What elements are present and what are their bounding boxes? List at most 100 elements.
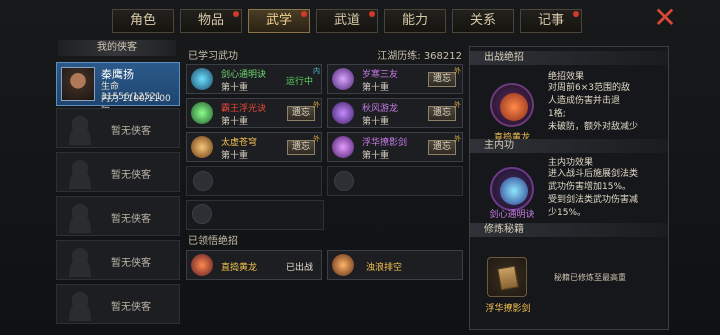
tab-abilities[interactable]: 能力 — [384, 9, 446, 33]
skill-icon — [332, 102, 354, 124]
skill-level: 第十重 — [221, 83, 249, 93]
skill-type-tag: 外 — [313, 135, 320, 143]
skill-level: 第十重 — [221, 117, 249, 127]
skill-level: 第十重 — [362, 83, 390, 93]
tab-relations[interactable]: 关系 — [452, 9, 514, 33]
tab-label: 记事 — [537, 13, 564, 28]
wave-icon — [332, 254, 354, 276]
effect-line: 未破防，额外对敌减少 — [548, 122, 639, 132]
book-icon[interactable] — [487, 257, 527, 297]
effect-line: 少15%。 — [548, 208, 587, 218]
follower-slot-empty[interactable]: 暂无侠客 — [56, 108, 180, 148]
sword-skill-icon — [332, 136, 354, 158]
ultimate-card[interactable]: 直捣黄龙 已出战 — [186, 250, 322, 280]
ultimate-card[interactable]: 浊浪排空 — [327, 250, 463, 280]
skill-name: 岁寒三友 — [362, 70, 399, 80]
tab-label: 关系 — [469, 13, 496, 28]
effect-line: 进入战斗后施展剑法类 — [548, 169, 639, 179]
followers-title: 我的侠客 — [58, 40, 176, 56]
effect-line: 1格; — [548, 109, 566, 119]
inner-art-title: 主内功 — [470, 139, 668, 153]
sword-skill-icon[interactable] — [490, 167, 534, 211]
running-status: 运行中 — [285, 77, 313, 87]
inner-effect-text: 进入战斗后施展剑法类 武功伤害增加15%。 受到剑法类武功伤害减 少15%。 — [548, 168, 638, 220]
empty-label: 暂无侠客 — [111, 126, 151, 137]
silhouette-icon — [63, 201, 97, 233]
empty-slot-icon — [192, 204, 212, 224]
inner-art-name: 剑心通明诀 — [489, 210, 535, 220]
skill-type-tag: 外 — [454, 135, 461, 143]
tab-label: 角色 — [129, 13, 156, 28]
martial-arts-screen: 角色 物品 武学 武道 能力 关系 记事 ✕ 我的侠客 秦鹰扬 生命 11556… — [0, 0, 720, 335]
effect-line: 受到剑法类武功伤害减 — [548, 195, 639, 205]
skill-type-tag: 外 — [454, 101, 461, 109]
skill-type-tag: 外 — [313, 101, 320, 109]
empty-label: 暂无侠客 — [111, 302, 151, 313]
learned-skills-panel: 已学习武功 江湖历练: 368212 剑心通明诀 第十重 运行中 内 岁寒三友 … — [184, 42, 466, 332]
tab-martial-arts[interactable]: 武学 — [248, 9, 310, 33]
battle-effect-title: 绝招效果 — [548, 72, 585, 82]
experience-value: 江湖历练: 368212 — [377, 51, 462, 62]
skill-icon — [191, 136, 213, 158]
tab-label: 能力 — [401, 13, 428, 28]
skill-icon — [191, 102, 213, 124]
effect-line: 武功伤害增加15%。 — [548, 182, 632, 192]
skill-card[interactable]: 浮华撩影剑 第十重 遗忘 外 — [327, 132, 463, 162]
follower-slot-empty[interactable]: 暂无侠客 — [56, 196, 180, 236]
follower-slot-hero[interactable]: 秦鹰扬 生命 11556/12521 内力 1100/1100 阳 — [56, 62, 180, 117]
tab-character[interactable]: 角色 — [112, 9, 174, 33]
manual-title: 修炼秘籍 — [470, 223, 668, 237]
skill-name: 秋风游龙 — [362, 104, 399, 114]
skill-type-tag: 外 — [454, 67, 461, 75]
empty-slot-icon — [334, 171, 354, 191]
effect-line: 对周前6×3范围的敌 — [548, 83, 630, 93]
tab-journal[interactable]: 记事 — [520, 9, 582, 33]
tab-label: 武学 — [265, 13, 292, 28]
red-dot-icon — [369, 11, 375, 17]
forget-button[interactable]: 遗忘 — [287, 106, 315, 121]
ultimate-name: 浊浪排空 — [366, 263, 403, 273]
forget-button[interactable]: 遗忘 — [428, 72, 456, 87]
silhouette-icon — [63, 113, 97, 145]
skill-name: 太虚苍穹 — [221, 138, 258, 148]
follower-slot-empty[interactable]: 暂无侠客 — [56, 284, 180, 324]
forget-button[interactable]: 遗忘 — [428, 140, 456, 155]
skill-card[interactable]: 霸王浮光诀 第十重 遗忘 外 — [186, 98, 322, 128]
forget-button[interactable]: 遗忘 — [287, 140, 315, 155]
empty-skill-slot[interactable] — [186, 200, 324, 230]
silhouette-icon — [63, 289, 97, 321]
skill-name: 霸王浮光诀 — [221, 104, 267, 114]
effect-line: 人造成伤害并击退 — [548, 96, 621, 106]
follower-slot-empty[interactable]: 暂无侠客 — [56, 240, 180, 280]
skill-type-tag: 内 — [313, 67, 320, 75]
tab-martial-way[interactable]: 武道 — [316, 9, 378, 33]
skill-card[interactable]: 岁寒三友 第十重 遗忘 外 — [327, 64, 463, 94]
skill-card[interactable]: 剑心通明诀 第十重 运行中 内 — [186, 64, 322, 94]
battle-ultimate-title: 出战绝招 — [470, 51, 668, 65]
skill-name: 浮华撩影剑 — [362, 138, 408, 148]
manual-note: 秘籍已修炼至最高重 — [554, 273, 626, 282]
detail-panel: 出战绝招 直捣黄龙 绝招效果 对周前6×3范围的敌 人造成伤害并击退 1格; 未… — [469, 46, 669, 330]
manual-name: 浮华撩影剑 — [485, 304, 531, 314]
silhouette-icon — [63, 245, 97, 277]
learned-title: 已学习武功 — [188, 51, 238, 62]
hero-avatar — [61, 67, 95, 101]
comprehended-title: 已领悟绝招 — [188, 236, 238, 247]
skill-card[interactable]: 秋风游龙 第十重 遗忘 外 — [327, 98, 463, 128]
empty-skill-slot[interactable] — [186, 166, 322, 196]
skill-card[interactable]: 太虚苍穹 第十重 遗忘 外 — [186, 132, 322, 162]
silhouette-icon — [63, 157, 97, 189]
skill-icon — [332, 68, 354, 90]
red-dot-icon — [301, 11, 307, 17]
tab-items[interactable]: 物品 — [180, 9, 242, 33]
empty-skill-slot[interactable] — [327, 166, 463, 196]
empty-label: 暂无侠客 — [111, 214, 151, 225]
battle-effect-text: 对周前6×3范围的敌 人造成伤害并击退 1格; 未破防，额外对敌减少 — [548, 82, 638, 132]
dragon-strike-icon[interactable] — [490, 83, 534, 127]
empty-slot-icon — [193, 171, 213, 191]
tab-label: 物品 — [197, 13, 224, 28]
dragon-strike-icon — [191, 254, 213, 276]
forget-button[interactable]: 遗忘 — [428, 106, 456, 121]
close-icon[interactable]: ✕ — [652, 4, 678, 32]
follower-slot-empty[interactable]: 暂无侠客 — [56, 152, 180, 192]
